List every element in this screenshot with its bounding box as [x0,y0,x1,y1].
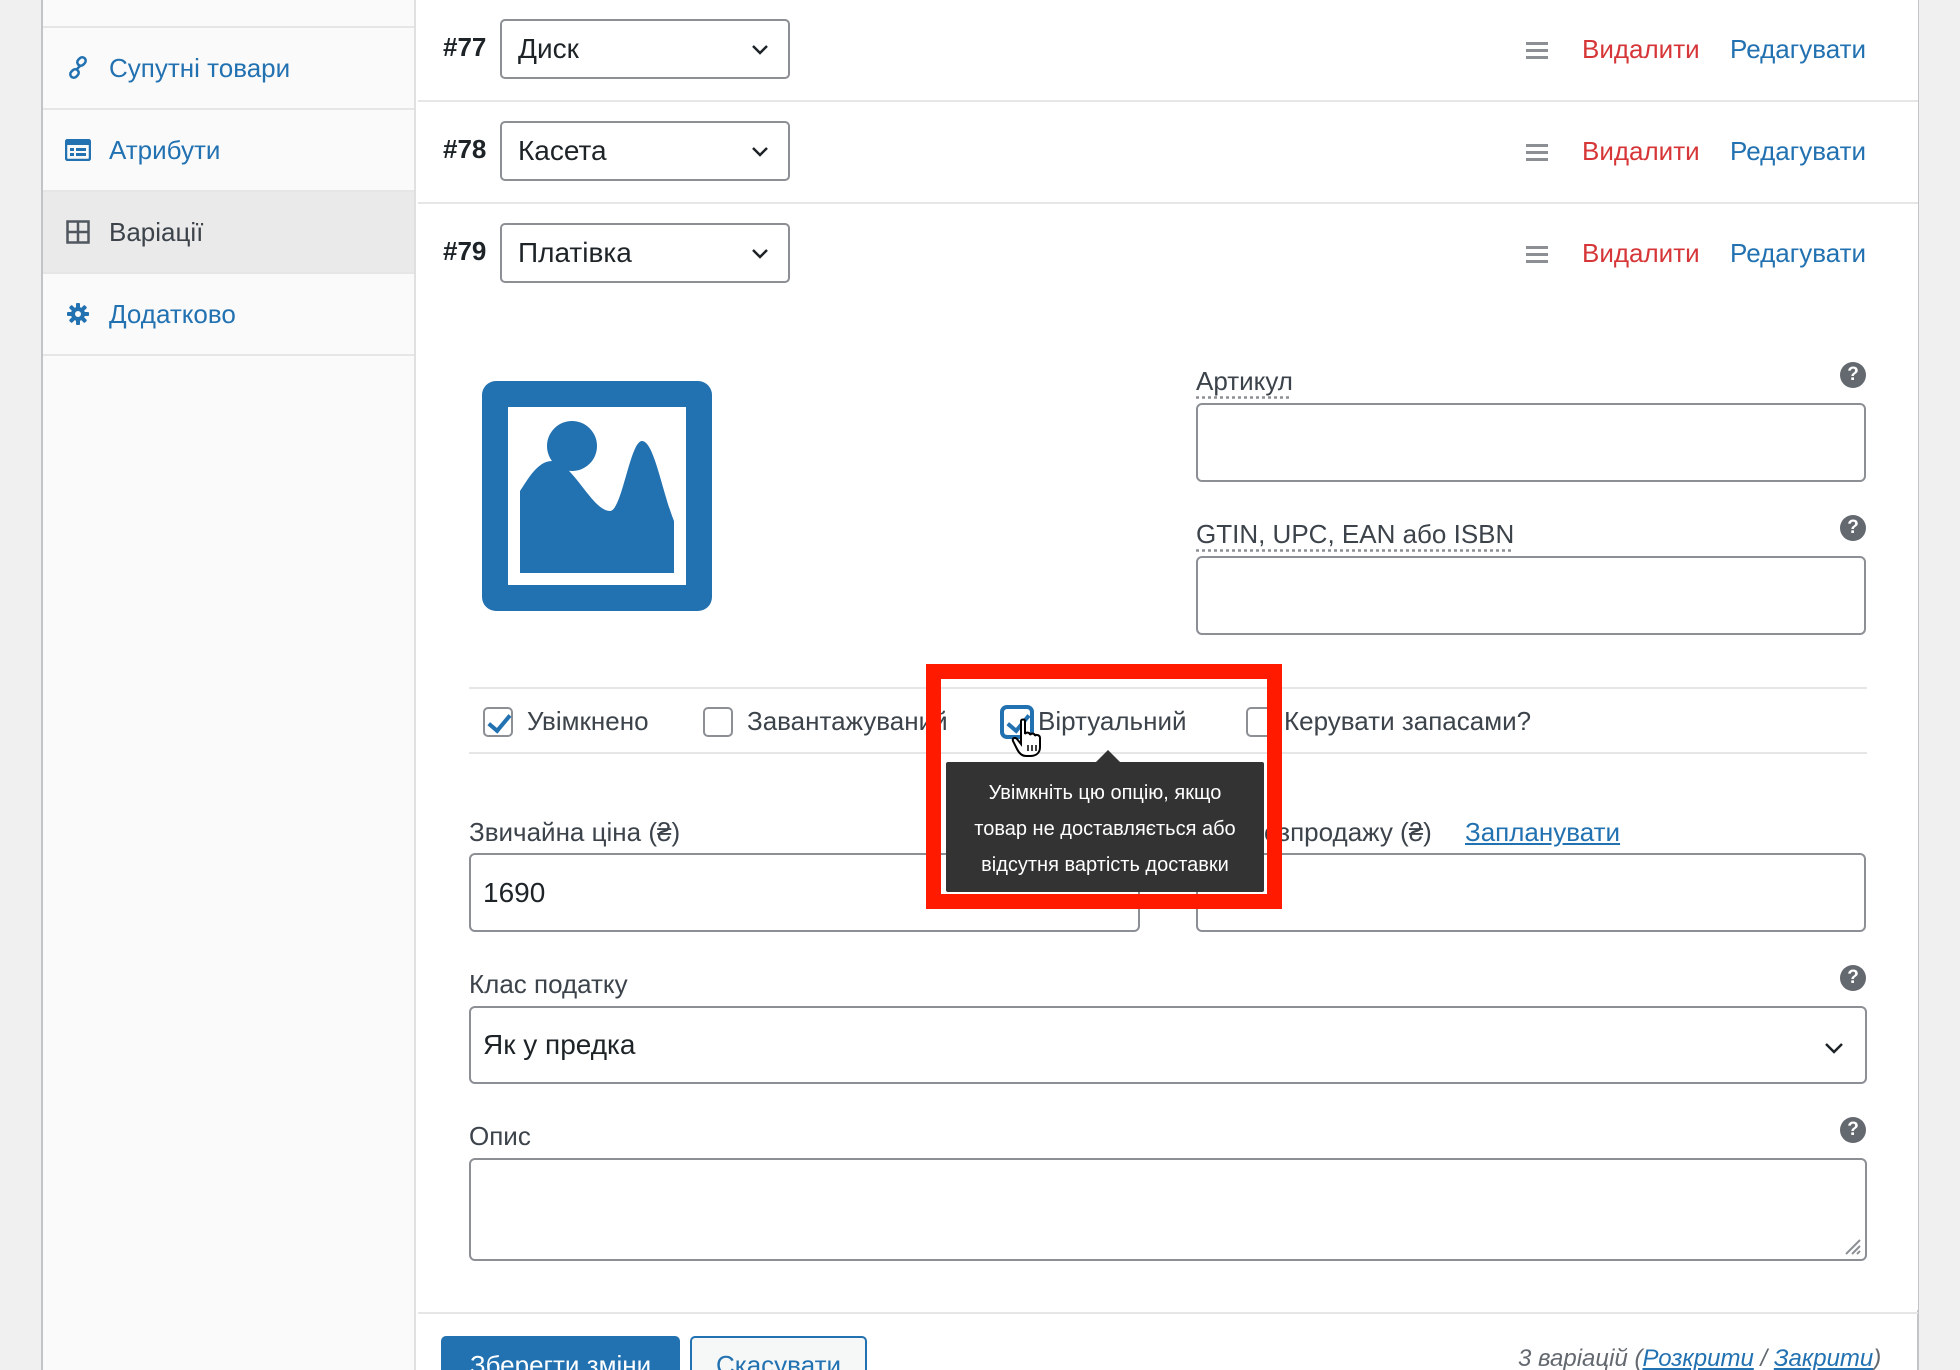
chevron-down-icon [750,39,770,59]
sidebar-item-label: Варіації [109,217,203,248]
sidebar-item-variations[interactable]: Варіації [43,192,414,274]
downloadable-checkbox[interactable]: Завантажуваний [703,706,948,737]
gear-icon [63,299,93,329]
sku-label: Артикул [1196,366,1293,397]
drag-handle-icon[interactable] [1526,42,1548,63]
remove-variation-link[interactable]: Видалити [1582,238,1700,269]
list-table-icon [63,135,93,165]
checkbox-box[interactable] [483,707,513,737]
link-icon [63,53,93,83]
image-placeholder-icon [482,381,712,611]
sidebar-item-partial [43,0,414,28]
description-label: Опис [469,1121,531,1152]
select-value: Диск [518,33,579,65]
variation-row: #79 Платівка Видалити Редагувати [418,204,1918,306]
select-value: Касета [518,135,607,167]
virtual-tooltip: Увімкніть цю опцію, якщо товар не достав… [946,762,1264,892]
variation-attribute-select[interactable]: Касета [500,121,790,181]
drag-handle-icon[interactable] [1526,246,1548,267]
checkbox-box[interactable] [703,707,733,737]
chevron-down-icon [750,243,770,263]
sidebar-item-linked-products[interactable]: Супутні товари [43,28,414,110]
sale-price-input[interactable] [1196,853,1866,932]
sale-price-label: озпродажу (₴) [1264,817,1432,848]
help-icon[interactable]: ? [1840,965,1866,991]
tooltip-line: товар не доставляється або [946,811,1264,847]
schedule-sale-link[interactable]: Запланувати [1465,817,1620,848]
collapse-all-link[interactable]: Закрити [1774,1345,1873,1370]
sidebar-item-label: Атрибути [109,135,220,166]
edit-variation-link[interactable]: Редагувати [1730,34,1866,65]
tooltip-line: Увімкніть цю опцію, якщо [946,775,1264,811]
help-icon[interactable]: ? [1840,1117,1866,1143]
tax-class-select[interactable]: Як у предка [469,1006,1867,1084]
expand-all-link[interactable]: Розкрити [1642,1345,1753,1370]
select-value: Як у предка [483,1029,636,1061]
count-text: 3 варіацій ( [1518,1345,1642,1370]
variation-number: #78 [443,134,486,165]
edit-variation-link[interactable]: Редагувати [1730,136,1866,167]
checkbox-label: Завантажуваний [747,706,948,737]
sidebar-item-label: Супутні товари [109,53,290,84]
variation-row: #77 Диск Видалити Редагувати [418,0,1918,102]
variation-options-bar: Увімкнено Завантажуваний Віртуальний Кер… [469,687,1867,754]
chevron-down-icon [1823,1036,1845,1058]
variation-image-upload[interactable] [482,381,712,611]
cancel-button[interactable]: Скасувати [690,1336,867,1370]
grid-icon [63,217,93,247]
variation-row: #78 Касета Видалити Редагувати [418,102,1918,204]
manage-stock-checkbox[interactable]: Керувати запасами? [1246,706,1531,737]
checkbox-box[interactable] [1246,707,1276,737]
drag-handle-icon[interactable] [1526,144,1548,165]
hand-pointer-cursor-icon [1011,718,1045,758]
help-icon[interactable]: ? [1840,515,1866,541]
gtin-label: GTIN, UPC, EAN або ISBN [1196,519,1514,550]
sidebar-item-attributes[interactable]: Атрибути [43,110,414,192]
enabled-checkbox[interactable]: Увімкнено [483,706,649,737]
regular-price-label: Звичайна ціна (₴) [469,817,680,848]
sidebar-item-label: Додатково [109,299,236,330]
checkbox-label: Віртуальний [1038,706,1187,737]
edit-variation-link[interactable]: Редагувати [1730,238,1866,269]
product-data-tabs: Супутні товари Атрибути Варіації Додатко… [43,0,416,1370]
tooltip-line: відсутня вартість доставки [946,847,1264,883]
save-changes-button[interactable]: Зберегти зміни [441,1336,680,1370]
checkbox-label: Увімкнено [527,706,649,737]
sku-input[interactable] [1196,403,1866,482]
count-separator: / [1754,1345,1774,1370]
select-value: Платівка [518,237,632,269]
variation-number: #79 [443,236,486,267]
footer-divider [418,1312,1918,1314]
tax-class-label: Клас податку [469,969,628,1000]
help-icon[interactable]: ? [1840,362,1866,388]
count-text: ) [1873,1345,1881,1370]
variation-attribute-select[interactable]: Диск [500,19,790,79]
description-textarea[interactable] [469,1158,1867,1261]
variations-count: 3 варіацій (Розкрити / Закрити) [1518,1345,1881,1370]
chevron-down-icon [750,141,770,161]
checkbox-label: Керувати запасами? [1284,706,1531,737]
gtin-input[interactable] [1196,556,1866,635]
resize-handle-icon[interactable] [1840,1234,1862,1256]
remove-variation-link[interactable]: Видалити [1582,34,1700,65]
variation-attribute-select[interactable]: Платівка [500,223,790,283]
sidebar-item-advanced[interactable]: Додатково [43,274,414,356]
variation-number: #77 [443,32,486,63]
remove-variation-link[interactable]: Видалити [1582,136,1700,167]
